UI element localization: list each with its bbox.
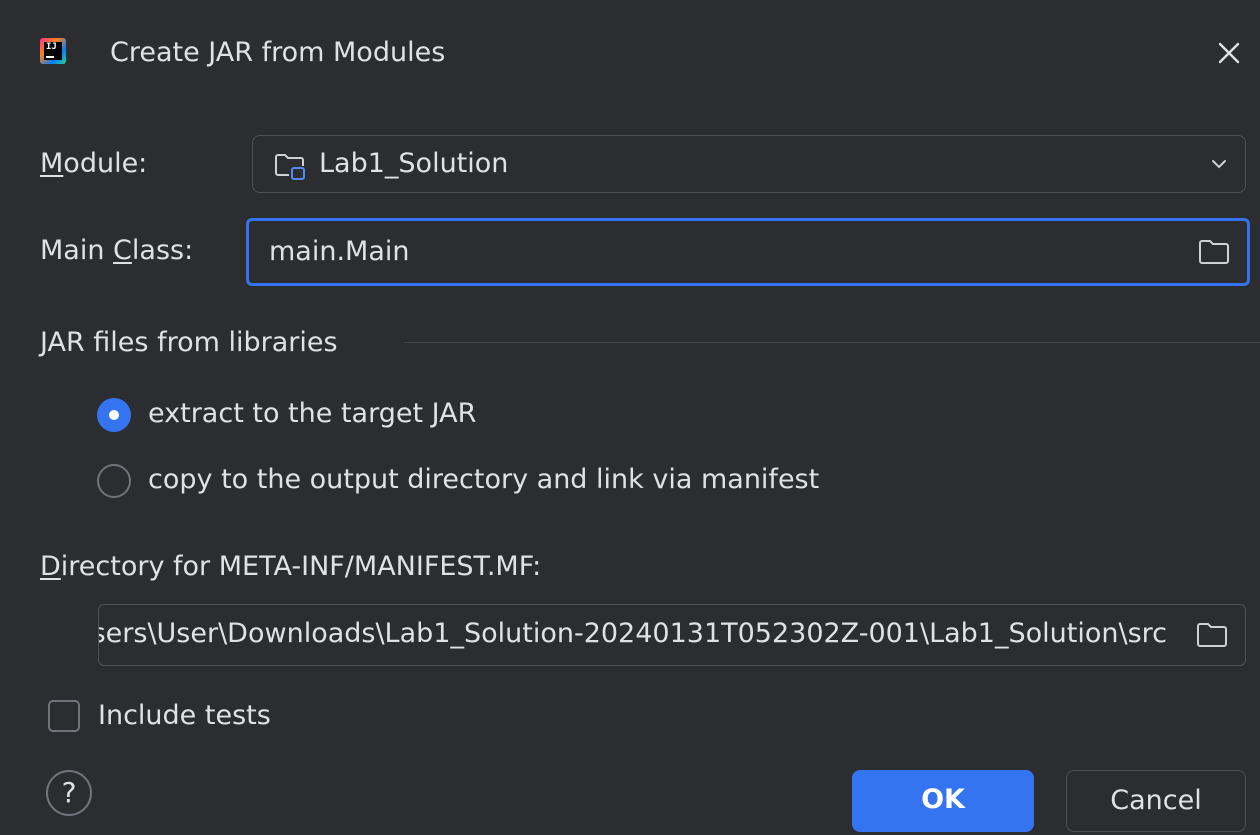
manifest-directory-label: Directory for META-INF/MANIFEST.MF: [40, 551, 542, 582]
module-combobox[interactable]: Lab1_Solution [252, 135, 1246, 193]
browse-folder-icon[interactable] [1195, 620, 1229, 650]
intellij-logo-icon: IJ [40, 38, 66, 64]
radio-extract-label[interactable]: extract to the target JAR [148, 397, 476, 431]
close-icon [1218, 42, 1240, 64]
main-class-label: Main Class: [40, 235, 194, 266]
section-separator [404, 342, 1260, 343]
close-button[interactable] [1212, 36, 1246, 70]
radio-copy[interactable] [97, 464, 131, 498]
ok-button[interactable]: OK [852, 770, 1034, 832]
browse-folder-icon[interactable] [1197, 237, 1231, 267]
include-tests-label[interactable]: Include tests [98, 699, 271, 733]
chevron-down-icon [1212, 160, 1226, 169]
main-class-value: main.Main [269, 236, 410, 267]
create-jar-dialog: IJ Create JAR from Modules Module: Lab1_… [0, 0, 1260, 835]
radio-extract[interactable] [97, 398, 131, 432]
dialog-title: Create JAR from Modules [110, 37, 446, 68]
manifest-directory-input[interactable]: C:\Users\User\Downloads\Lab1_Solution-20… [98, 604, 1246, 666]
module-label: Module: [40, 148, 148, 179]
radio-copy-label[interactable]: copy to the output directory and link vi… [148, 463, 819, 497]
main-class-input[interactable]: main.Main [246, 218, 1250, 286]
help-button[interactable]: ? [46, 770, 92, 816]
manifest-directory-value: C:\Users\User\Downloads\Lab1_Solution-20… [98, 618, 1167, 649]
module-value: Lab1_Solution [319, 148, 509, 179]
libraries-section-title: JAR files from libraries [40, 327, 338, 358]
module-folder-icon [275, 154, 305, 180]
cancel-button[interactable]: Cancel [1066, 770, 1246, 832]
include-tests-checkbox[interactable] [48, 700, 80, 732]
